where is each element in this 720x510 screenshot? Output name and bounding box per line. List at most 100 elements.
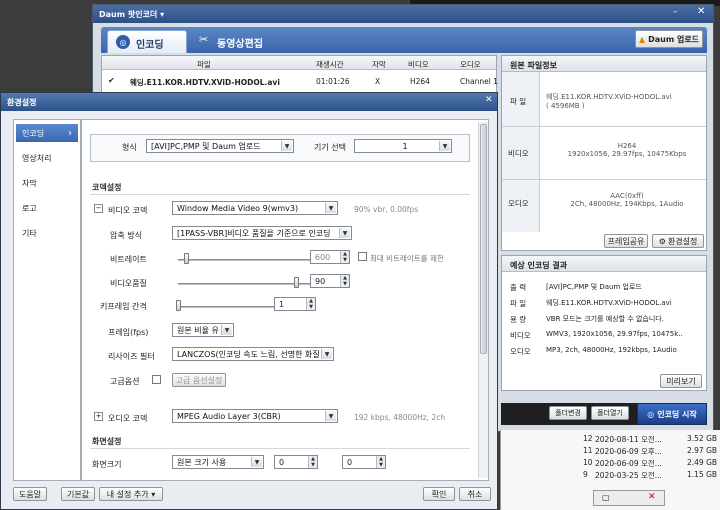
start-encoding-button[interactable]: ◎ 인코딩 시작 xyxy=(637,403,707,425)
fps-select[interactable]: 원본 비율 유 ▼ xyxy=(172,323,234,337)
nav-item[interactable]: 자막 xyxy=(16,174,78,192)
audio-codec-hint: 192 kbps, 48000Hz, 2ch xyxy=(354,413,446,422)
header-duration[interactable]: 재생시간 xyxy=(316,59,344,70)
close-icon[interactable]: ✕ xyxy=(485,95,493,105)
file-row-name[interactable]: 웨딩.E11.KOR.HDTV.XViD-HODOL.avi xyxy=(130,77,302,88)
list-item-date: 2020-06-09 오후... xyxy=(595,447,662,456)
file-row-check-icon[interactable]: ✔ xyxy=(108,76,115,85)
chevron-down-icon: ▼ xyxy=(325,203,336,213)
keyframe-input[interactable]: 1 ▲ ▼ xyxy=(274,297,316,311)
spin-arrows-icon[interactable]: ▲ ▼ xyxy=(340,251,349,263)
advanced-label: 고급옵션 xyxy=(110,377,140,386)
format-select[interactable]: [AVI]PC,PMP 및 Daum 업로드 ▼ xyxy=(146,139,294,153)
nav-item[interactable]: 영상처리 xyxy=(16,149,78,167)
nav-item[interactable]: 기타 xyxy=(16,224,78,242)
keyframe-slider-thumb[interactable] xyxy=(176,300,181,311)
compress-select[interactable]: [1PASS-VBR]비디오 품질을 기준으로 인코딩 ▼ xyxy=(172,226,352,240)
quality-input[interactable]: 90 ▲ ▼ xyxy=(310,274,350,288)
my-settings-button[interactable]: 내 설정 추가 ▾ xyxy=(99,487,163,501)
list-item-number: 10 xyxy=(583,458,593,467)
chevron-down-icon: ▼ xyxy=(221,325,232,335)
list-item-size: 3.52 GB xyxy=(687,434,718,443)
folder-open-button[interactable]: 폴더열기 xyxy=(591,406,629,420)
list-item-date: 2020-03-25 오전... xyxy=(595,471,662,480)
spin-arrows-icon[interactable]: ▲ ▼ xyxy=(308,456,317,468)
bitrate-slider-track[interactable] xyxy=(178,259,310,261)
bitrate-slider-thumb[interactable] xyxy=(184,253,189,264)
settings-dialog: 환경설정 ✕ 인코딩 › 영상처리 자막 로고 기타 형식 [AVI]PC,PMP 및 D… xyxy=(0,92,498,510)
quality-slider-thumb[interactable] xyxy=(293,277,299,288)
tab-video-edit[interactable]: ✂ 동영상편집 xyxy=(195,31,295,52)
height-input[interactable]: 0 ▲ ▼ xyxy=(342,455,386,469)
list-item-date: 2020-06-09 오전... xyxy=(595,459,662,468)
video-codec-hint: 90% vbr, 0.00fps xyxy=(354,205,419,214)
result-label: 비디오 xyxy=(510,331,531,340)
spin-arrows-icon[interactable]: ▲ ▼ xyxy=(306,298,315,310)
scrollbar-thumb[interactable] xyxy=(480,124,487,354)
width-value: 0 xyxy=(279,457,285,467)
source-video-value: H264 1920x1056, 29.97fps, 10475Kbps xyxy=(567,142,687,158)
chevron-down-icon: ▼ xyxy=(251,457,262,467)
compress-label: 압축 방식 xyxy=(110,231,142,240)
spin-arrows-icon[interactable]: ▲ ▼ xyxy=(376,456,385,468)
result-value: VBR 모드는 크기를 예상할 수 없습니다. xyxy=(546,315,664,323)
header-video[interactable]: 비디오 xyxy=(408,59,429,70)
ok-button[interactable]: 확인 xyxy=(423,487,455,501)
audio-codec-select[interactable]: MPEG Audio Layer 3(CBR) ▼ xyxy=(172,409,338,423)
list-item-number: 11 xyxy=(583,446,593,455)
result-label: 파 일 xyxy=(510,299,527,308)
keyframe-label: 키프레임 간격 xyxy=(100,302,147,311)
window-icon[interactable]: ▢ xyxy=(602,493,610,502)
list-item-number: 9 xyxy=(583,470,588,479)
cancel-button[interactable]: 취소 xyxy=(459,487,491,501)
source-file-value: 웨딩.E11.KOR.HDTV.XViD-HODOL.avi ( 4596MB … xyxy=(546,93,672,110)
file-table: 파일 재생시간 자막 비디오 오디오 ✔ 웨딩.E11.KOR.HDTV.XVi… xyxy=(101,55,498,95)
width-input[interactable]: 0 ▲ ▼ xyxy=(274,455,318,469)
taskbar-thumb: ▢ ✕ xyxy=(593,490,665,506)
preview-button[interactable]: 미리보기 xyxy=(660,374,702,388)
advanced-checkbox[interactable] xyxy=(152,375,161,384)
settings-content: 형식 [AVI]PC,PMP 및 Daum 업로드 ▼ 기기 선택 1 ▼ 코덱설정… xyxy=(81,119,489,481)
scissors-icon: ✂ xyxy=(199,33,209,46)
quality-slider-track[interactable] xyxy=(178,283,310,285)
header-file[interactable]: 파일 xyxy=(197,59,211,70)
header-subtitle[interactable]: 자막 xyxy=(372,59,386,70)
tab-encoding[interactable]: ◎ 인코딩 xyxy=(107,30,187,53)
settings-scrollbar[interactable] xyxy=(478,122,488,478)
resize-value: LANCZOS(인코딩 속도 느림, 선명한 화질 xyxy=(177,349,320,359)
gear-icon: ⚙ xyxy=(658,236,666,246)
source-info-title: 원본 파일정보 xyxy=(510,61,557,70)
height-value: 0 xyxy=(347,457,353,467)
main-window-title[interactable]: Daum 팟인코더 ▾ xyxy=(99,9,164,20)
device-select[interactable]: 1 ▼ xyxy=(354,139,452,153)
video-codec-select[interactable]: Window Media Video 9(wmv3) ▼ xyxy=(172,201,338,215)
expand-icon[interactable]: + xyxy=(94,412,103,421)
list-item-size: 2.97 GB xyxy=(687,446,718,455)
spin-arrows-icon[interactable]: ▲ ▼ xyxy=(340,275,349,287)
result-value: [AVI]PC,PMP 및 Daum 업로드 xyxy=(546,283,642,291)
max-bitrate-checkbox[interactable] xyxy=(358,252,367,261)
help-button[interactable]: 도움말 xyxy=(13,487,47,501)
env-settings-button[interactable]: ⚙ 환경설정 xyxy=(652,234,704,248)
frame-share-button[interactable]: 프레임공유 xyxy=(604,234,648,248)
nav-item-active[interactable]: 인코딩 › xyxy=(16,124,78,142)
screen-size-select[interactable]: 원본 크기 사용 ▼ xyxy=(172,455,264,469)
header-audio[interactable]: 오디오 xyxy=(460,59,481,70)
encoding-tab-icon: ◎ xyxy=(116,35,130,49)
nav-item[interactable]: 로고 xyxy=(16,199,78,217)
close-icon[interactable]: ✕ xyxy=(697,6,705,17)
default-button[interactable]: 기본값 xyxy=(61,487,95,501)
keyframe-slider-track[interactable] xyxy=(178,306,274,308)
daum-upload-button[interactable]: ▲ Daum 업로드 xyxy=(635,30,703,48)
source-divider xyxy=(502,126,706,127)
chevron-down-icon: ▼ xyxy=(321,349,332,359)
resize-select[interactable]: LANCZOS(인코딩 속도 느림, 선명한 화질 ▼ xyxy=(172,347,334,361)
advanced-options-button[interactable]: 고급 옵션설정 xyxy=(172,373,226,387)
close-icon[interactable]: ✕ xyxy=(648,492,656,502)
collapse-icon[interactable]: − xyxy=(94,204,103,213)
folder-change-button[interactable]: 폴더변경 xyxy=(549,406,587,420)
quality-label: 비디오품질 xyxy=(110,279,147,288)
bitrate-input[interactable]: 600 ▲ ▼ xyxy=(310,250,350,264)
minimize-icon[interactable]: – xyxy=(673,7,678,17)
env-settings-label: 환경설정 xyxy=(667,236,698,246)
